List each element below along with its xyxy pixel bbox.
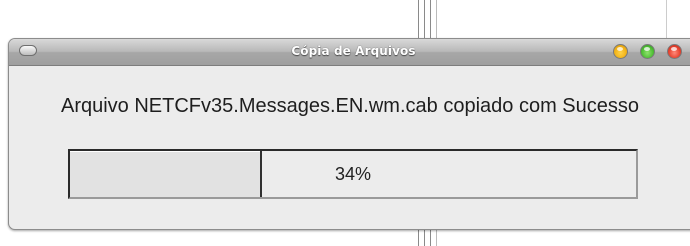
background-edge [430,0,431,38]
window-title: Cópia de Arquivos [291,44,416,58]
copy-files-dialog: Cópia de Arquivos Arquivo NETCFv35.Messa… [8,38,690,230]
background-edge [424,0,425,38]
background-edge [418,230,419,246]
background-edge [430,230,431,246]
background-edge [418,0,419,38]
status-message: Arquivo NETCFv35.Messages.EN.wm.cab copi… [60,95,639,117]
background-edge [436,230,437,246]
desktop: Cópia de Arquivos Arquivo NETCFv35.Messa… [0,0,690,246]
close-icon[interactable] [667,44,682,59]
title-bar[interactable]: Cópia de Arquivos [9,39,690,66]
progress-label: 34% [334,164,372,184]
progress-bar: 34% [68,149,638,199]
background-edge [436,0,437,38]
maximize-icon[interactable] [640,44,655,59]
background-edge [666,0,667,38]
background-edge [424,230,425,246]
minimize-icon[interactable] [613,44,628,59]
